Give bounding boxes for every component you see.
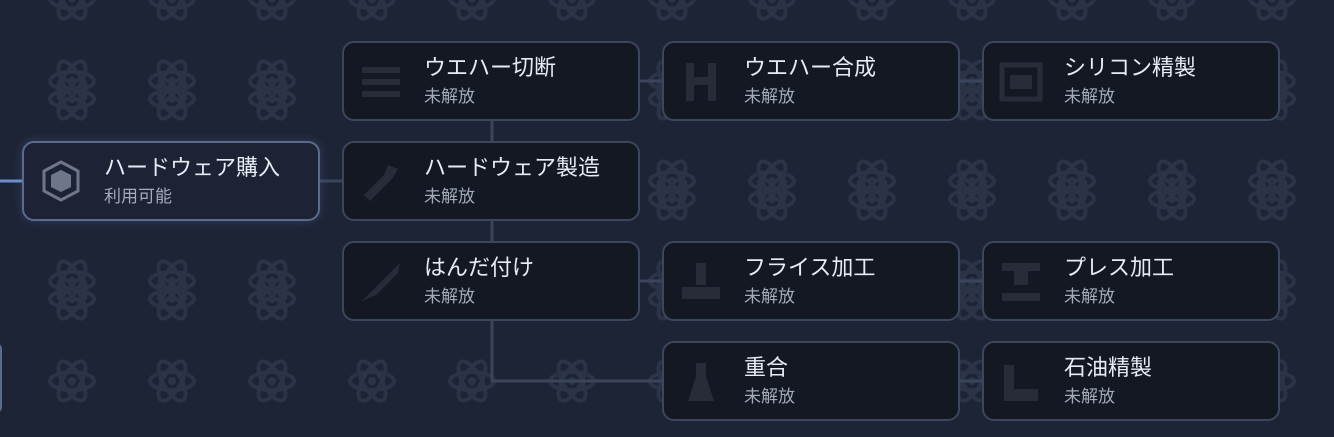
- tech-node-hardware-purchase[interactable]: ハードウェア購入 利用可能: [22, 141, 320, 221]
- tech-node-status: 未解放: [744, 287, 795, 307]
- tech-node-status: 未解放: [424, 287, 475, 307]
- soldering-iron-icon: [362, 263, 400, 301]
- tech-node-soldering[interactable]: はんだ付け 未解放: [342, 241, 640, 321]
- tech-node-wafer-synthesis[interactable]: ウエハー合成 未解放: [662, 41, 960, 121]
- tech-node-status: 未解放: [424, 87, 475, 107]
- tech-node-status: 未解放: [1064, 87, 1115, 107]
- tech-node-status: 未解放: [1064, 387, 1115, 407]
- tech-node-polymerization[interactable]: 重合 未解放: [662, 341, 960, 421]
- tech-node-title: フライス加工: [744, 256, 876, 281]
- connector: [490, 320, 663, 383]
- press-icon: [686, 63, 716, 101]
- flask-icon: [688, 363, 714, 401]
- tech-node-wafer-cutting[interactable]: ウエハー切断 未解放: [342, 41, 640, 121]
- wrench-icon: [364, 165, 398, 201]
- tech-node-milling[interactable]: フライス加工 未解放: [662, 241, 960, 321]
- tech-node-title: ハードウェア購入: [104, 156, 281, 181]
- tech-node-title: ハードウェア製造: [424, 156, 601, 181]
- tech-node-oil-refining[interactable]: 石油精製 未解放: [982, 341, 1280, 421]
- milling-machine-icon: [682, 263, 720, 299]
- tech-node-title: はんだ付け: [424, 256, 535, 281]
- tech-node-title: プレス加工: [1064, 256, 1175, 281]
- tech-node-title: ウエハー切断: [424, 56, 557, 81]
- furnace-icon: [999, 62, 1043, 102]
- tech-node-status: 未解放: [1064, 287, 1115, 307]
- cube-icon: [42, 160, 80, 202]
- tech-node-title: 重合: [744, 356, 789, 381]
- tech-node-status: 利用可能: [104, 187, 172, 207]
- tech-node-title: シリコン精製: [1064, 56, 1197, 81]
- tech-node-hardware-manufacturing[interactable]: ハードウェア製造 未解放: [342, 141, 640, 221]
- tech-node-title: ウエハー合成: [744, 56, 877, 81]
- refinery-icon: [1004, 365, 1038, 401]
- tech-node-status: 未解放: [424, 187, 475, 207]
- tech-node-status: 未解放: [744, 87, 795, 107]
- tech-node-press-working[interactable]: プレス加工 未解放: [982, 241, 1280, 321]
- tech-node-silicon-refining[interactable]: シリコン精製 未解放: [982, 41, 1280, 121]
- saw-icon: [362, 67, 400, 97]
- tech-node-status: 未解放: [744, 387, 795, 407]
- press-icon: [1002, 263, 1040, 301]
- tech-node-title: 石油精製: [1064, 356, 1153, 381]
- side-panel-tab[interactable]: [0, 343, 2, 413]
